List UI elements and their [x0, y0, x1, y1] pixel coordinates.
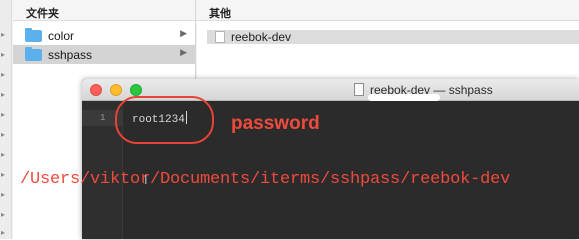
- folder-label: color: [48, 29, 75, 43]
- zoom-window-button[interactable]: [130, 84, 142, 96]
- redaction-mark: [368, 94, 440, 101]
- files-column-header: 其他: [197, 0, 579, 21]
- file-row-reebok-dev[interactable]: reebok-dev: [207, 30, 579, 44]
- annotation-path-label: /Users/viktor/Documents/iterms/sshpass/r…: [20, 170, 511, 189]
- chevron-right-icon[interactable]: ▸: [1, 50, 5, 60]
- chevron-right-icon[interactable]: ▸: [1, 70, 5, 80]
- chevron-right-icon[interactable]: ▸: [1, 90, 5, 100]
- file-label: reebok-dev: [231, 30, 292, 44]
- chevron-right-icon[interactable]: ▸: [1, 130, 5, 140]
- line-number: 1: [100, 113, 106, 123]
- chevron-right-icon[interactable]: ▸: [1, 110, 5, 120]
- chevron-right-icon[interactable]: ▸: [1, 150, 5, 160]
- document-icon: [215, 31, 225, 43]
- chevron-right-icon[interactable]: ▸: [1, 30, 5, 40]
- folders-column-header: 文件夹: [13, 0, 195, 21]
- chevron-right-icon: ▶: [180, 48, 187, 58]
- folder-icon: [25, 47, 42, 61]
- document-icon: [354, 83, 364, 96]
- chevron-right-icon[interactable]: ▸: [1, 228, 5, 238]
- folder-label: sshpass: [48, 48, 93, 62]
- chevron-right-icon[interactable]: ▸: [1, 210, 5, 220]
- chevron-right-icon[interactable]: ▸: [1, 190, 5, 200]
- folder-row-sshpass[interactable]: sshpass ▶: [13, 45, 195, 64]
- folder-icon: [25, 28, 42, 42]
- folder-row-color[interactable]: color ▶: [13, 26, 195, 45]
- annotation-highlight-oval: [115, 96, 214, 144]
- chevron-right-icon[interactable]: ▸: [1, 170, 5, 180]
- minimize-window-button[interactable]: [110, 84, 122, 96]
- left-column-gutter: ▸ ▸ ▸ ▸ ▸ ▸ ▸ ▸ ▸ ▸ ▸: [0, 0, 12, 239]
- ibeam-cursor-icon: I: [144, 173, 148, 187]
- close-window-button[interactable]: [90, 84, 102, 96]
- chevron-right-icon: ▶: [180, 29, 187, 39]
- annotation-password-label: password: [231, 113, 320, 134]
